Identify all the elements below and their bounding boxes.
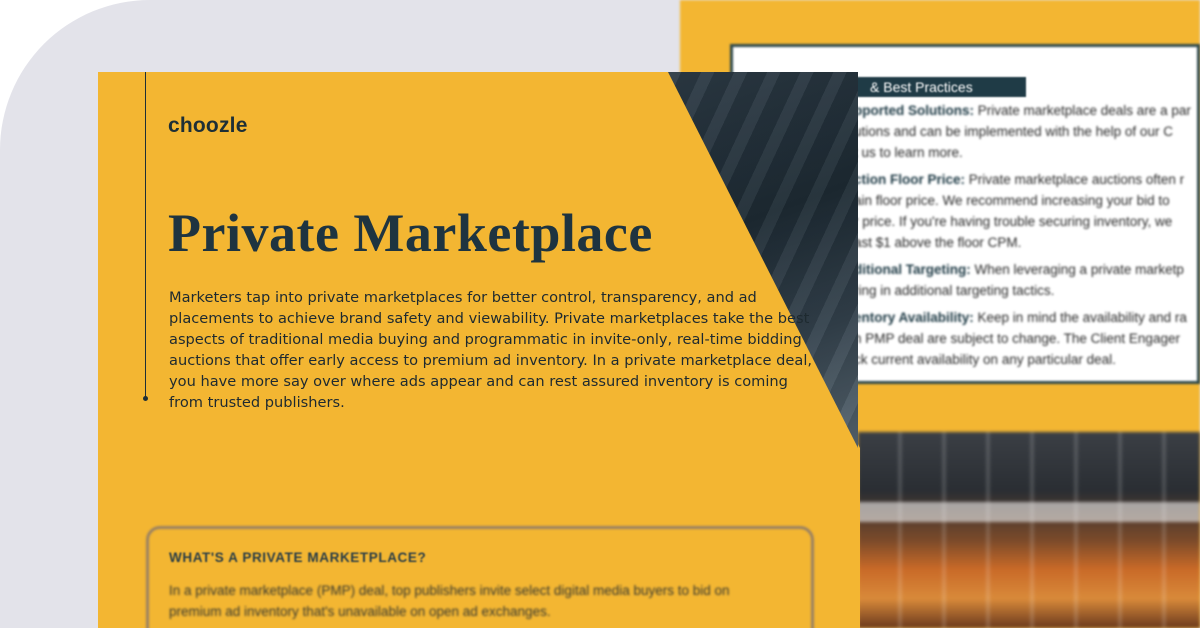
best-practice-label: pported Solutions: <box>854 103 974 118</box>
best-practice-label: entory Availability: <box>854 310 974 325</box>
choozle-logo: choozle <box>168 114 248 137</box>
best-practice-item: pported Solutions: Private marketplace d… <box>854 100 1200 163</box>
intro-line: Marketers tap into private marketplaces … <box>169 289 757 306</box>
best-practice-text: utions and can be implemented with the h… <box>854 124 1173 139</box>
callout-line: premium ad inventory that's unavailable … <box>169 604 551 619</box>
building-photo <box>858 432 1200 628</box>
intro-line: auctions that offer early access to prem… <box>169 352 813 369</box>
best-practice-text: ain floor price. We recommend increasing… <box>854 193 1170 208</box>
best-practices-list: pported Solutions: Private marketplace d… <box>854 100 1200 370</box>
intro-paragraph: Marketers tap into private marketplaces … <box>169 287 813 413</box>
best-practice-text: r price. If you're having trouble securi… <box>854 214 1173 229</box>
best-practice-text: When leveraging a private marketp <box>970 262 1184 277</box>
best-practice-item: ction Floor Price: Private marketplace a… <box>854 169 1200 253</box>
best-practice-text: ring in additional targeting tactics. <box>854 283 1055 298</box>
intro-line: from trusted publishers. <box>169 394 345 411</box>
best-practice-text: Private marketplace deals are a par <box>973 103 1191 118</box>
intro-line: placements to achieve brand safety and v… <box>169 310 810 327</box>
intro-line: aspects of traditional media buying and … <box>169 331 802 348</box>
best-practice-text: Keep in mind the availability and ra <box>973 310 1187 325</box>
rule-end-dot <box>143 396 148 401</box>
callout-heading: WHAT'S A PRIVATE MARKETPLACE? <box>169 550 427 565</box>
best-practice-text: Private marketplace auctions often r <box>965 172 1185 187</box>
vertical-rule <box>145 72 146 398</box>
best-practice-label: ction Floor Price: <box>854 172 966 187</box>
best-practice-text: ck current availability on any particula… <box>854 352 1116 367</box>
intro-line: you have more say over where ads appear … <box>169 373 788 390</box>
callout-line: In a private marketplace (PMP) deal, top… <box>169 583 730 598</box>
best-practice-label: ditional Targeting: <box>854 262 971 277</box>
best-practice-item: entory Availability: Keep in mind the av… <box>854 307 1200 370</box>
best-practice-text: ast $1 above the floor CPM. <box>854 235 1022 250</box>
best-practice-item: ditional Targeting: When leveraging a pr… <box>854 259 1200 301</box>
callout-body: In a private marketplace (PMP) deal, top… <box>169 580 730 622</box>
best-practice-text: h PMP deal are subject to change. The Cl… <box>854 331 1180 346</box>
best-practice-text: t us to learn more. <box>854 145 963 160</box>
page-title: Private Marketplace <box>168 203 653 263</box>
